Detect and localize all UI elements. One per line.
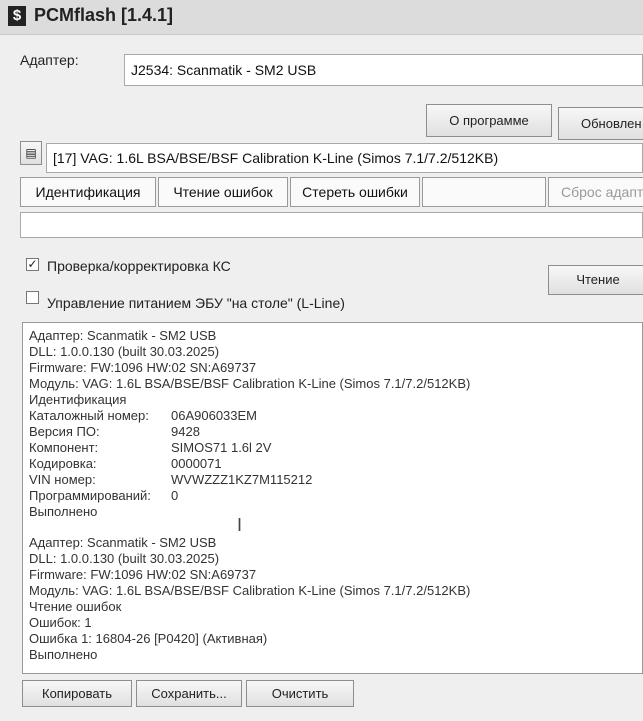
module-field[interactable]: [17] VAG: 1.6L BSA/BSE/BSF Calibration K… <box>46 143 643 173</box>
tab-identification[interactable]: Идентификация <box>20 177 156 207</box>
ident-value: 0000071 <box>171 456 222 471</box>
log-line: Идентификация <box>29 392 127 407</box>
pcmflash-logo-icon: $ <box>8 6 26 26</box>
ident-key: Каталожный номер: <box>29 408 149 423</box>
log-line: DLL: 1.0.0.130 (built 30.03.2025) <box>29 551 220 566</box>
log-line: Ошибка 1: 16804-26 [P0420] (Активная) <box>29 631 268 646</box>
log-line: Адаптер: Scanmatik - SM2 USB <box>29 328 217 343</box>
log-line: Firmware: FW:1096 HW:02 SN:A69737 <box>29 360 257 375</box>
window-title: PCMflash [1.4.1] <box>34 5 174 25</box>
status-field <box>20 212 643 238</box>
copy-button[interactable]: Копировать <box>22 680 132 707</box>
log-line: Модуль: VAG: 1.6L BSA/BSE/BSF Calibratio… <box>29 376 471 391</box>
read-button[interactable]: Чтение <box>548 265 643 295</box>
tab-read-errors[interactable]: Чтение ошибок <box>158 177 288 207</box>
ident-key: VIN номер: <box>29 472 96 487</box>
log-line: Выполнено <box>29 504 98 519</box>
power-checkbox[interactable] <box>26 291 39 304</box>
text-cursor-icon: I <box>237 515 243 535</box>
tab-blank[interactable] <box>422 177 546 207</box>
log-line: Firmware: FW:1096 HW:02 SN:A69737 <box>29 567 257 582</box>
main-window: $ PCMflash [1.4.1] Адаптер: J2534: Scanm… <box>0 0 643 721</box>
checksum-label: Проверка/корректировка КС <box>47 258 231 274</box>
about-button[interactable]: О программе <box>426 104 552 137</box>
ident-key: Компонент: <box>29 440 99 455</box>
ident-value: WVWZZZ1KZ7M115212 <box>171 472 313 487</box>
update-button[interactable]: Обновлен <box>558 107 643 140</box>
clear-button[interactable]: Очистить <box>246 680 354 707</box>
ident-value: SIMOS71 1.6l 2V <box>171 440 272 455</box>
log-line: DLL: 1.0.0.130 (built 30.03.2025) <box>29 344 220 359</box>
ident-key: Программирований: <box>29 488 151 503</box>
module-list-icon[interactable]: ▤ <box>20 141 42 165</box>
tab-reset-adaptation[interactable]: Сброс адапта <box>548 177 643 207</box>
tab-clear-errors[interactable]: Стереть ошибки <box>290 177 420 207</box>
ident-value: 9428 <box>171 424 200 439</box>
ident-value: 06A906033EM <box>171 408 258 423</box>
log-line: Модуль: VAG: 1.6L BSA/BSE/BSF Calibratio… <box>29 583 471 598</box>
log-line: Ошибок: 1 <box>29 615 92 630</box>
adapter-field[interactable]: J2534: Scanmatik - SM2 USB <box>124 54 643 86</box>
ident-key: Версия ПО: <box>29 424 100 439</box>
checksum-checkbox[interactable]: ✓ <box>26 258 39 271</box>
log-line: Чтение ошибок <box>29 599 122 614</box>
power-label: Управление питанием ЭБУ "на столе" (L-Li… <box>47 295 345 311</box>
log-area[interactable]: Адаптер: Scanmatik - SM2 USB DLL: 1.0.0.… <box>22 322 643 674</box>
log-line: Выполнено <box>29 647 98 662</box>
adapter-label: Адаптер: <box>20 52 79 68</box>
save-button[interactable]: Сохранить... <box>136 680 242 707</box>
ident-value: 0 <box>171 488 179 503</box>
title-bar: $ PCMflash [1.4.1] <box>0 0 643 35</box>
ident-key: Кодировка: <box>29 456 97 471</box>
log-line: Адаптер: Scanmatik - SM2 USB <box>29 535 217 550</box>
